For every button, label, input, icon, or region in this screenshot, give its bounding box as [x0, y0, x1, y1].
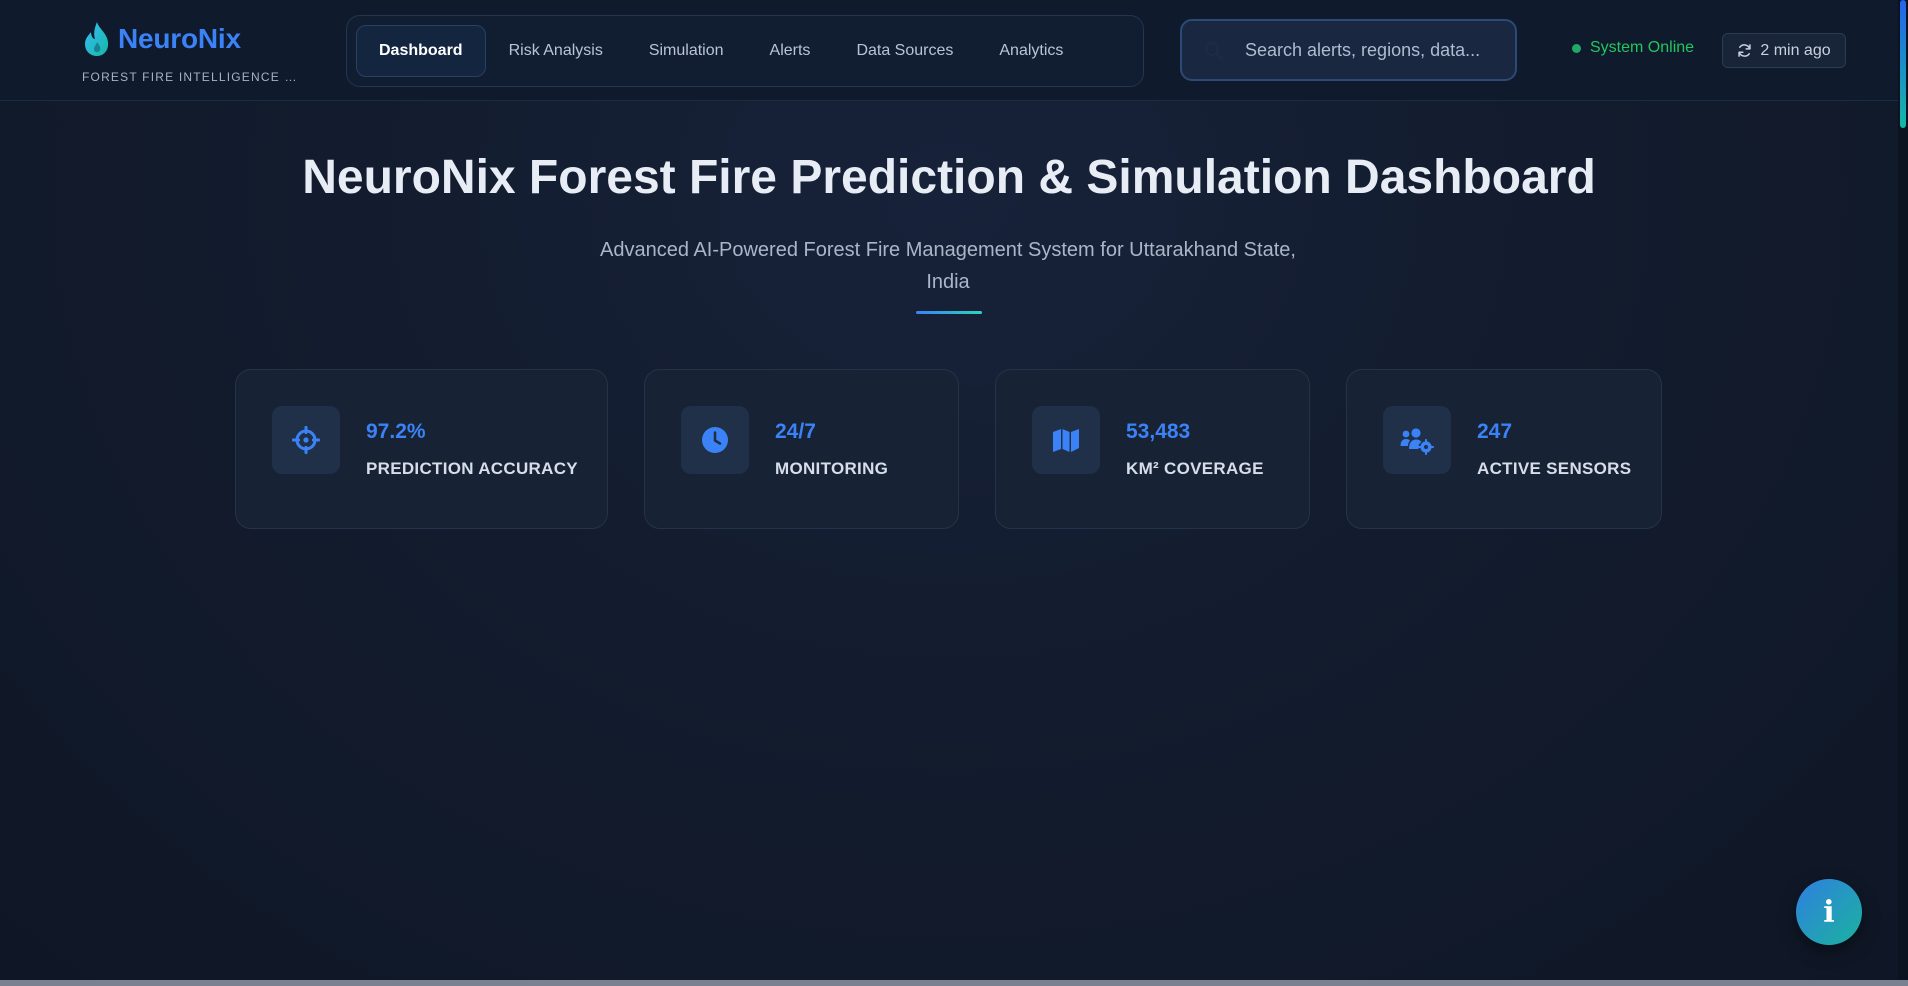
stat-label: PREDICTION ACCURACY: [366, 459, 578, 478]
nav-item-alerts[interactable]: Alerts: [747, 25, 834, 77]
stat-card-monitoring: 24/7 MONITORING: [644, 369, 959, 529]
users-gear-icon: [1400, 428, 1434, 455]
stat-card-sensors: 247 ACTIVE SENSORS: [1346, 369, 1662, 529]
stat-value: 247: [1477, 420, 1513, 443]
stat-value: 53,483: [1126, 420, 1191, 443]
stat-label: KM² COVERAGE: [1126, 459, 1264, 478]
search-input[interactable]: [1182, 21, 1515, 79]
top-header: NeuroNix FOREST FIRE INTELLIGENCE PLATFO…: [0, 0, 1898, 101]
system-status: System Online: [1572, 39, 1694, 57]
page-title: NeuroNix Forest Fire Prediction & Simula…: [302, 151, 1596, 204]
status-dot-icon: [1572, 43, 1581, 53]
map-icon-wrap: [1032, 406, 1100, 474]
scrollbar-thumb[interactable]: [1900, 0, 1906, 128]
brand[interactable]: NeuroNix FOREST FIRE INTELLIGENCE PLATFO…: [82, 20, 304, 84]
flame-icon: [85, 22, 109, 56]
scrollbar-track[interactable]: [1898, 0, 1908, 980]
refresh-label: 2 min ago: [1760, 41, 1831, 59]
stat-value: 97.2%: [366, 420, 426, 443]
crosshairs-icon: [292, 426, 320, 454]
search-box: [1180, 19, 1517, 81]
nav-item-data-sources[interactable]: Data Sources: [833, 25, 976, 77]
nav-item-analytics[interactable]: Analytics: [976, 25, 1086, 77]
brand-tagline: FOREST FIRE INTELLIGENCE PLATFORM: [82, 70, 304, 84]
stat-value: 24/7: [775, 420, 816, 443]
page-subtitle: Advanced AI-Powered Forest Fire Manageme…: [600, 239, 1296, 293]
nav-item-simulation[interactable]: Simulation: [626, 25, 747, 77]
page: NeuroNix FOREST FIRE INTELLIGENCE PLATFO…: [0, 0, 1898, 980]
main-nav: Dashboard Risk Analysis Simulation Alert…: [346, 15, 1144, 87]
nav-item-risk-analysis[interactable]: Risk Analysis: [486, 25, 626, 77]
search-icon: [1204, 41, 1224, 61]
clock-icon-wrap: [681, 406, 749, 474]
stat-card-coverage: 53,483 KM² COVERAGE: [995, 369, 1310, 529]
info-button[interactable]: i: [1796, 879, 1862, 945]
window-bottom-edge: [0, 980, 1908, 986]
nav-item-dashboard[interactable]: Dashboard: [356, 25, 486, 77]
stat-label: ACTIVE SENSORS: [1477, 459, 1632, 478]
clock-icon: [702, 427, 728, 453]
info-icon: i: [1823, 894, 1835, 930]
crosshairs-icon-wrap: [272, 406, 340, 474]
status-text: System Online: [1590, 39, 1695, 56]
refresh-button[interactable]: 2 min ago: [1722, 33, 1846, 68]
stat-label: MONITORING: [775, 459, 889, 478]
brand-name: NeuroNix: [118, 23, 241, 54]
title-divider: [916, 311, 982, 314]
map-icon: [1053, 429, 1079, 452]
refresh-icon: [1738, 44, 1752, 57]
users-gear-icon-wrap: [1383, 406, 1451, 474]
stat-card-accuracy: 97.2% PREDICTION ACCURACY: [235, 369, 608, 529]
